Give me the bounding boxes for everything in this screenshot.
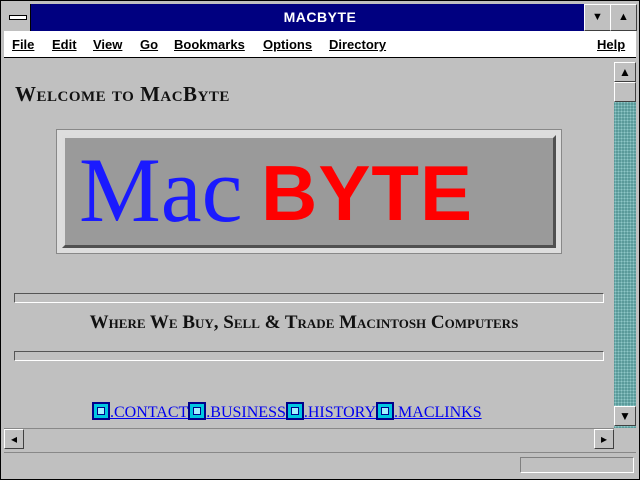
maclinks-icon[interactable] (376, 402, 395, 420)
scroll-left-button[interactable]: ◂ (4, 429, 24, 449)
business-icon[interactable] (188, 402, 207, 420)
horizontal-scrollbar[interactable]: ◂ ▸ (4, 428, 614, 449)
scroll-up-button[interactable]: ▲ (614, 62, 636, 82)
nav-links: .CONTACT .BUSINESS .HISTORY .MACLINKS (92, 402, 482, 422)
scroll-right-button[interactable]: ▸ (594, 429, 614, 449)
page-heading: Welcome to MacByte (15, 82, 230, 106)
divider-top (14, 293, 604, 303)
link-history[interactable]: .HISTORY (304, 404, 376, 421)
menu-bar: File Edit View Go Bookmarks Options Dire… (4, 31, 636, 58)
menu-edit[interactable]: Edit (52, 37, 77, 52)
link-maclinks[interactable]: .MACLINKS (394, 404, 482, 421)
logo-mac-text: Mac (79, 139, 243, 241)
menu-file[interactable]: File (12, 37, 34, 52)
link-contact[interactable]: .CONTACT (110, 404, 188, 421)
link-business[interactable]: .BUSINESS (206, 404, 286, 421)
menu-help[interactable]: Help (597, 37, 625, 52)
menu-view[interactable]: View (93, 37, 122, 52)
divider-bottom (14, 351, 604, 361)
menu-bookmarks[interactable]: Bookmarks (174, 37, 245, 52)
browser-window: MACBYTE ▼ ▲ File Edit View Go Bookmarks … (0, 0, 640, 480)
scroll-thumb[interactable] (614, 82, 636, 102)
menu-go[interactable]: Go (140, 37, 158, 52)
menu-options[interactable]: Options (263, 37, 312, 52)
maximize-button[interactable]: ▲ (610, 4, 637, 31)
status-progress-box (520, 457, 634, 473)
macbyte-logo: Mac BYTE (56, 129, 562, 254)
tagline: Where We Buy, Sell & Trade Macintosh Com… (89, 312, 519, 333)
vertical-scrollbar[interactable]: ▲ ▼ (614, 62, 636, 428)
contact-icon[interactable] (92, 402, 110, 420)
scroll-down-button[interactable]: ▼ (614, 406, 636, 426)
logo-panel: Mac BYTE (62, 135, 556, 248)
status-bar (4, 452, 636, 477)
menu-directory[interactable]: Directory (329, 37, 386, 52)
page-content: Welcome to MacByte Mac BYTE Where We Buy… (4, 62, 614, 428)
title-bar[interactable]: MACBYTE ▼ ▲ (4, 4, 637, 31)
minimize-button[interactable]: ▼ (584, 4, 611, 31)
logo-byte-text: BYTE (261, 149, 474, 237)
history-icon[interactable] (285, 402, 304, 420)
window-title: MACBYTE (283, 9, 357, 25)
